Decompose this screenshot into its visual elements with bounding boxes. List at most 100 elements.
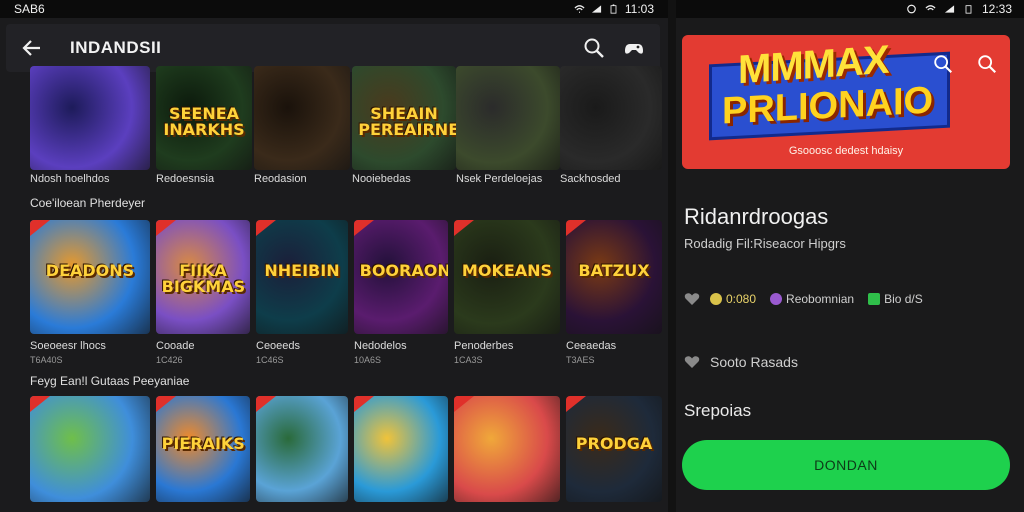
game-title-caption: Reodasion — [254, 173, 307, 185]
wifi-icon — [925, 5, 936, 11]
size-value: Bio d/S — [884, 292, 923, 306]
game-logo-text: MOKEANS — [461, 261, 553, 281]
download-button[interactable]: DONDAN — [682, 440, 1010, 490]
wishlist-label: Sooto Rasads — [710, 354, 798, 370]
game-name: Sackhosded — [560, 173, 621, 185]
game-logo-text: FIIKA BIGKMAS — [161, 261, 246, 297]
status-bar-right: 12:33 — [676, 0, 1024, 18]
zoom-icon[interactable] — [976, 53, 998, 75]
game-tile[interactable]: PRODGA — [566, 396, 662, 502]
game-title-caption: Soeoeesr lhocs T6A40S — [30, 340, 106, 365]
wishlist-row[interactable]: Sooto Rasads — [684, 354, 798, 370]
alarm-icon — [907, 4, 916, 14]
game-detail-pane: MMMAX PRLIONAIO Gsooosc dedest hdaisy Ri… — [676, 18, 1024, 512]
game-tile[interactable]: DEADONS — [30, 220, 150, 334]
genre-value: Reobomnian — [786, 292, 855, 306]
section-heading: Srepoias — [684, 401, 752, 420]
game-meta: 1C426 — [156, 355, 183, 365]
game-title: Ridanrdroogas — [684, 204, 829, 229]
gamepad-icon[interactable] — [622, 36, 646, 60]
download-size-icon — [868, 293, 881, 305]
search-icon[interactable] — [932, 53, 954, 75]
status-time-left: 11:03 — [624, 2, 654, 16]
section-title-2: Feyg Ean!l Gutaas Peeyaniae — [30, 374, 190, 388]
game-meta: T6A40S — [30, 355, 63, 365]
signal-icon — [944, 5, 955, 13]
promo-tagline: Gsooosc dedest hdaisy — [788, 145, 904, 157]
game-title-caption: Nedodelos 10A6S — [354, 340, 407, 365]
game-logo-text: NHEIBIN — [264, 261, 340, 281]
game-cover-art — [560, 66, 662, 170]
game-name: Ndosh hoelhdos — [30, 173, 110, 185]
back-arrow-icon[interactable] — [20, 36, 44, 60]
game-title-caption: Ceeaedas T3AES — [566, 340, 616, 365]
status-bar-left: SAB6 11:03 — [0, 0, 668, 18]
game-meta: T3AES — [566, 355, 595, 365]
status-icons-left: 11:03 — [574, 2, 654, 16]
game-tile[interactable]: SHEAIN PEREAIRNEDS — [352, 66, 456, 170]
status-carrier: SAB6 — [14, 2, 45, 16]
game-logo-text: PRODGA — [575, 434, 653, 454]
game-tile[interactable] — [560, 66, 662, 170]
genre-chip: Reobomnian — [770, 292, 854, 306]
rating-value: 0:080 — [726, 292, 757, 306]
game-tile[interactable]: BOORAON — [354, 220, 448, 334]
game-tile[interactable] — [456, 66, 560, 170]
battery-icon — [610, 4, 617, 14]
game-title-caption: Sackhosded — [560, 173, 621, 185]
game-tile[interactable]: SEENEA INARKHS — [156, 66, 252, 170]
game-logo-text: SEENEA INARKHS — [163, 103, 245, 139]
game-tile[interactable]: NHEIBIN — [256, 220, 348, 334]
game-tile[interactable] — [256, 396, 348, 502]
game-title-caption: Penoderbes 1CA3S — [454, 340, 513, 365]
game-tile[interactable]: FIIKA BIGKMAS — [156, 220, 250, 334]
game-name: Nedodelos — [354, 340, 407, 352]
game-title-caption: Cooade 1C426 — [156, 340, 195, 365]
game-name: Soeoeesr lhocs — [30, 340, 106, 352]
game-stats: 0:080 Reobomnian Bio d/S — [684, 292, 937, 306]
game-title-caption: Ndosh hoelhdos — [30, 173, 110, 185]
promo-banner[interactable]: MMMAX PRLIONAIO Gsooosc dedest hdaisy — [682, 35, 1010, 169]
game-title-caption: Ceoeeds 1C46S — [256, 340, 300, 365]
game-title-caption: Nooiebedas — [352, 173, 411, 185]
heart-icon[interactable] — [684, 292, 700, 306]
game-name: Nsek Perdeloejas — [456, 173, 543, 185]
wifi-icon — [574, 5, 585, 13]
game-name: Reodasion — [254, 173, 307, 185]
game-name: Cooade — [156, 340, 195, 352]
size-chip: Bio d/S — [868, 292, 923, 306]
status-time-right: 12:33 — [981, 2, 1012, 16]
genre-icon — [770, 293, 783, 305]
search-icon[interactable] — [582, 36, 606, 60]
star-icon — [710, 293, 722, 305]
game-cover-art — [30, 66, 150, 170]
game-logo-text: BOORAON — [359, 261, 448, 281]
game-name: Ceoeeds — [256, 340, 301, 352]
game-tile[interactable] — [354, 396, 448, 502]
battery-icon — [965, 5, 972, 14]
rating-chip: 0:080 — [710, 292, 756, 306]
game-title-caption: Redoesnsia — [156, 173, 214, 185]
game-logo-text: SHEAIN PEREAIRNEDS — [358, 103, 456, 139]
app-bar: INDANDSII — [6, 24, 660, 72]
game-name: Redoesnsia — [156, 173, 215, 185]
game-tile[interactable] — [30, 66, 150, 170]
game-tile[interactable] — [30, 396, 150, 502]
section-title-1: Coe'iloean Pherdeyer — [30, 196, 146, 210]
heart-outline-icon — [684, 356, 700, 368]
game-subtitle: Rodadig Fil:Riseacor Hipgrs — [684, 236, 846, 251]
game-tile[interactable]: PIERAIKS — [156, 396, 250, 502]
game-logo-text: PIERAIKS — [161, 434, 245, 454]
game-cover-art — [30, 396, 150, 502]
game-meta: 1C46S — [256, 355, 284, 365]
game-tile[interactable] — [454, 396, 560, 502]
game-cover-art — [354, 396, 448, 502]
game-meta: 1CA3S — [454, 355, 483, 365]
game-tile[interactable] — [254, 66, 350, 170]
game-tile[interactable]: BATZUX — [566, 220, 662, 334]
signal-icon — [591, 5, 601, 13]
game-cover-art — [256, 396, 348, 502]
game-tile[interactable]: MOKEANS — [454, 220, 560, 334]
game-logo-text: DEADONS — [45, 261, 135, 281]
game-name: Nooiebedas — [352, 173, 411, 185]
